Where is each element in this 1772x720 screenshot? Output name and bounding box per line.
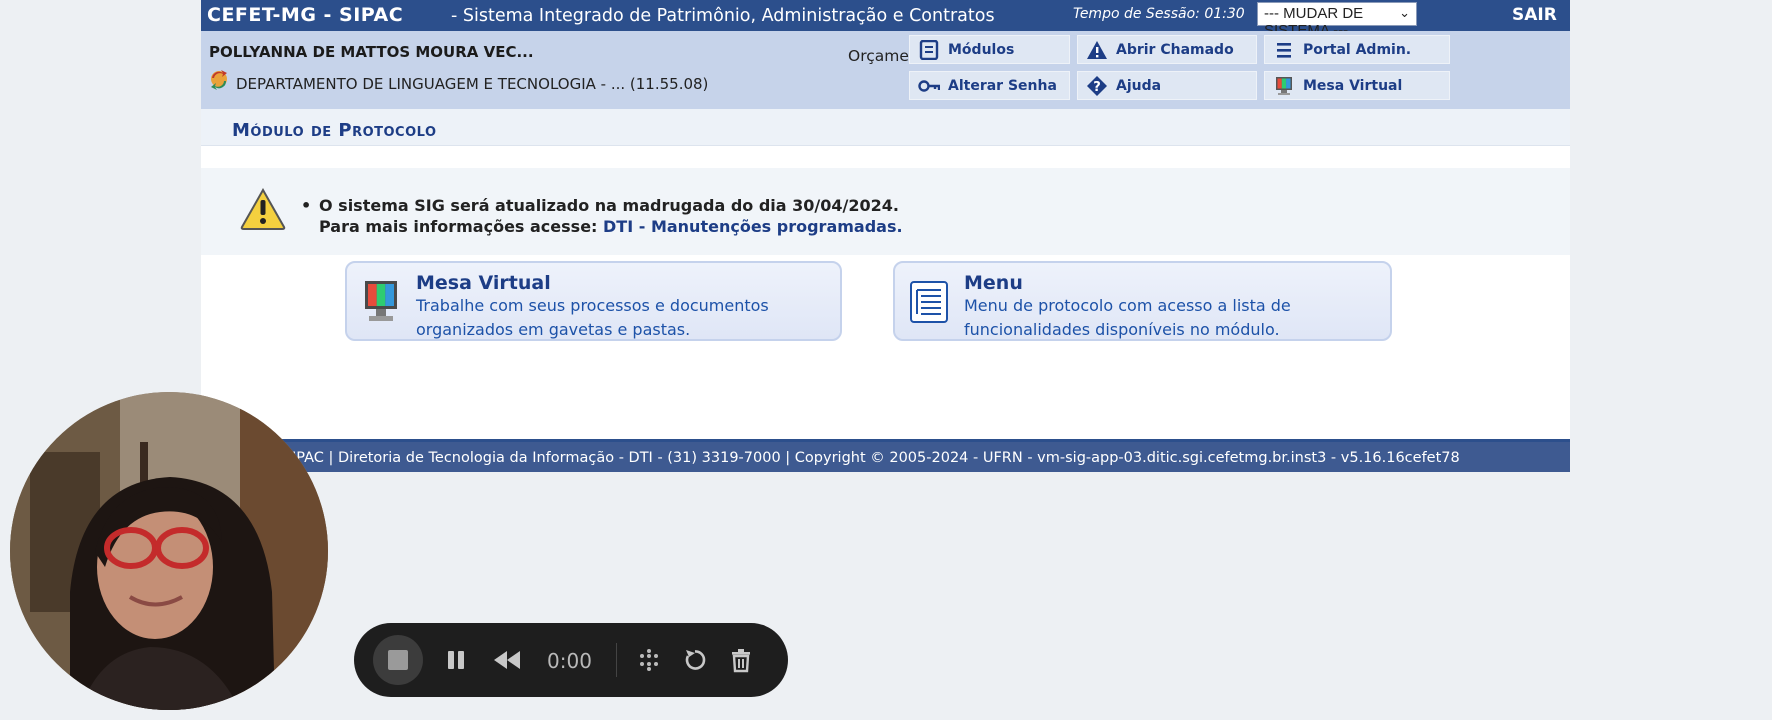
help-button[interactable]: ? Ajuda — [1077, 71, 1257, 100]
admin-portal-button[interactable]: Portal Admin. — [1264, 35, 1450, 64]
system-name: - Sistema Integrado de Patrimônio, Admin… — [451, 6, 995, 26]
warning-icon — [1087, 41, 1107, 59]
pause-icon[interactable] — [443, 647, 469, 673]
warning-icon — [240, 188, 286, 230]
presenter-video — [10, 392, 328, 710]
virtual-desk-card[interactable]: Mesa Virtual Trabalhe com seus processos… — [345, 261, 842, 341]
chevron-down-icon: ⌄ — [1399, 5, 1410, 20]
admin-portal-label: Portal Admin. — [1303, 42, 1412, 58]
footer-text: IPAC | Diretoria de Tecnologia da Inform… — [292, 450, 1460, 466]
grid-dots-icon[interactable] — [636, 647, 662, 673]
menu-card-desc: Menu de protocolo com acesso a lista de … — [964, 296, 1291, 339]
recording-time: 0:00 — [547, 649, 592, 673]
maintenance-link[interactable]: DTI - Manutenções programadas. — [603, 217, 903, 236]
session-label: Tempo de Sessão: — [1073, 6, 1200, 22]
session-time: 01:30 — [1204, 6, 1245, 22]
change-password-button[interactable]: Alterar Senha — [909, 71, 1070, 100]
help-icon: ? — [1087, 76, 1107, 96]
notice-line-1-text: O sistema SIG será atualizado na madruga… — [319, 196, 899, 215]
key-icon — [918, 80, 940, 92]
toolbar-divider — [616, 643, 617, 677]
webcam-bubble[interactable] — [10, 392, 328, 710]
user-bar: POLLYANNA DE MATTOS MOURA VEC... DEPARTA… — [201, 31, 1570, 109]
trash-icon[interactable] — [728, 647, 754, 673]
menu-lines-icon — [1277, 43, 1291, 58]
change-system-select[interactable]: --- MUDAR DE SISTEMA --- ⌄ — [1257, 2, 1417, 39]
monitor-icon — [365, 281, 397, 321]
open-ticket-label: Abrir Chamado — [1116, 42, 1234, 58]
user-name: POLLYANNA DE MATTOS MOURA VEC... — [209, 43, 534, 61]
notice-line-1: • O sistema SIG será atualizado na madrug… — [301, 196, 899, 215]
logout-link[interactable]: SAIR — [1512, 5, 1557, 25]
stop-icon — [388, 650, 408, 670]
stop-recording-button[interactable] — [373, 635, 423, 685]
session-timer: Tempo de Sessão: 01:30 — [1073, 6, 1245, 22]
department-name: DEPARTAMENTO DE LINGUAGEM E TECNOLOGIA -… — [236, 75, 709, 93]
department-switch-icon[interactable] — [208, 69, 230, 93]
help-label: Ajuda — [1116, 78, 1162, 94]
top-bar: CEFET-MG - SIPAC - Sistema Integrado de … — [201, 0, 1570, 39]
change-password-label: Alterar Senha — [948, 78, 1057, 94]
module-title: Módulo de Protocolo — [232, 120, 437, 141]
restart-icon[interactable] — [682, 647, 708, 673]
virtual-desk-label: Mesa Virtual — [1303, 78, 1403, 94]
modules-label: Módulos — [948, 42, 1015, 58]
open-ticket-button[interactable]: Abrir Chamado — [1077, 35, 1257, 64]
virtual-desk-card-desc: Trabalhe com seus processos e documentos… — [416, 296, 769, 339]
notice-line-2: Para mais informações acesse: DTI - Manu… — [319, 217, 903, 236]
brand-title: CEFET-MG - SIPAC — [207, 4, 404, 26]
modules-icon — [919, 40, 939, 60]
modules-button[interactable]: Módulos — [909, 35, 1070, 64]
sipac-window: CEFET-MG - SIPAC - Sistema Integrado de … — [201, 0, 1570, 472]
svg-text:?: ? — [1093, 80, 1101, 95]
module-header: Módulo de Protocolo — [201, 109, 1570, 146]
list-icon — [910, 281, 948, 323]
maintenance-notice: • O sistema SIG será atualizado na madrug… — [201, 168, 1570, 255]
notice-line-2-prefix: Para mais informações acesse: — [319, 217, 598, 236]
menu-card[interactable]: Menu Menu de protocolo com acesso a list… — [893, 261, 1392, 341]
monitor-icon — [1276, 77, 1292, 95]
virtual-desk-button[interactable]: Mesa Virtual — [1264, 71, 1450, 100]
virtual-desk-card-title: Mesa Virtual — [416, 272, 551, 294]
footer: IPAC | Diretoria de Tecnologia da Inform… — [201, 439, 1570, 472]
rewind-icon[interactable] — [492, 647, 522, 673]
recording-toolbar: 0:00 — [354, 623, 788, 697]
menu-card-title: Menu — [964, 272, 1023, 294]
